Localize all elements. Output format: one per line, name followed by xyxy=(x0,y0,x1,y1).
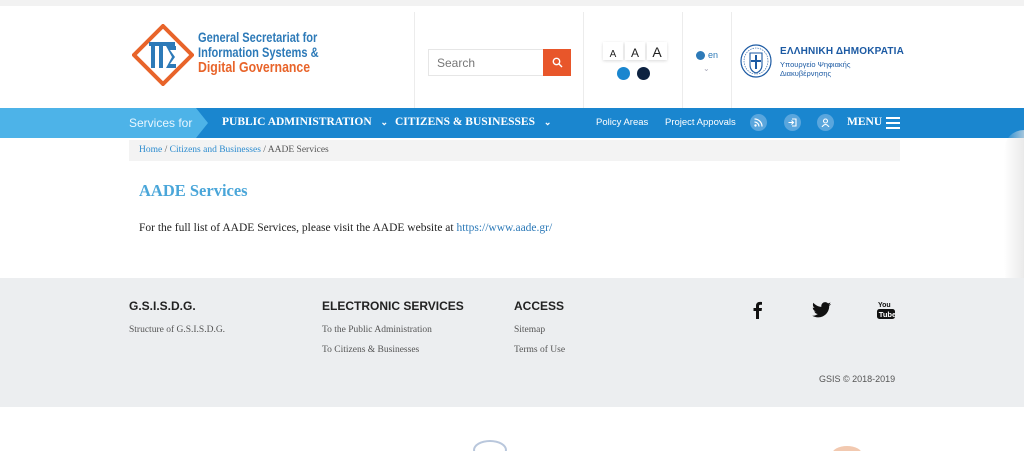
hellenic-republic-logo[interactable]: ΕΛΛΗΝΙΚΗ ΔΗΜΟΚΡΑΤΙΑ Υπουργείο Ψηφιακής Δ… xyxy=(740,44,904,84)
header-divider xyxy=(583,12,584,114)
body-text: For the full list of AADE Services, plea… xyxy=(139,222,552,234)
services-for-label: Services for xyxy=(0,108,196,138)
services-arrow xyxy=(196,108,208,138)
site-footer: G.S.I.S.D.G. Structure of G.S.I.S.D.G. E… xyxy=(0,278,1024,407)
search-box xyxy=(428,49,571,76)
twitter-glyph xyxy=(811,302,831,318)
search-input[interactable] xyxy=(429,50,543,75)
facebook-glyph xyxy=(753,301,762,319)
logo-line-2: Information Systems & xyxy=(198,45,319,60)
login-button[interactable] xyxy=(784,114,801,131)
font-size-medium-button[interactable]: A xyxy=(625,42,645,60)
footer-heading-gsisdg: G.S.I.S.D.G. xyxy=(129,299,196,313)
breadcrumb-home[interactable]: Home xyxy=(139,145,162,155)
partner-logo-fragment xyxy=(832,446,862,451)
breadcrumb-separator: / xyxy=(263,145,266,155)
page: General Secretariat for Information Syst… xyxy=(0,0,1024,451)
svg-text:You: You xyxy=(878,302,891,309)
language-selector[interactable]: en xyxy=(696,50,718,60)
nav-citizens-businesses[interactable]: CITIZENS & BUSINESSES ⌄ xyxy=(395,116,551,128)
logo-line-1: General Secretariat for xyxy=(198,30,318,45)
nav-public-administration-label: PUBLIC ADMINISTRATION xyxy=(222,116,372,128)
contrast-blue-button[interactable] xyxy=(617,67,630,80)
chevron-down-icon: ⌄ xyxy=(380,117,389,127)
youtube-glyph: You Tube xyxy=(877,302,895,319)
chevron-down-icon: ⌄ xyxy=(543,117,552,127)
contrast-dark-button[interactable] xyxy=(637,67,650,80)
breadcrumb-separator: / xyxy=(164,145,168,155)
font-size-controls: A A A xyxy=(603,42,667,60)
rss-button[interactable] xyxy=(750,114,767,131)
font-size-small-button[interactable]: A xyxy=(603,42,623,60)
globe-icon xyxy=(696,50,705,60)
search-icon xyxy=(552,57,562,68)
aade-website-link[interactable]: https://www.aade.gr/ xyxy=(456,222,552,234)
footer-heading-electronic-services: ELECTRONIC SERVICES xyxy=(322,299,464,313)
breadcrumb: Home / Citizens and Businesses / AADE Se… xyxy=(129,140,900,161)
rss-icon xyxy=(754,118,763,127)
main-nav: Services for PUBLIC ADMINISTRATION ⌄ CIT… xyxy=(0,108,1024,138)
partner-logo-fragment xyxy=(473,440,507,451)
site-header: General Secretariat for Information Syst… xyxy=(0,0,1024,114)
greek-seal-icon xyxy=(740,44,772,78)
svg-text:Tube: Tube xyxy=(879,310,895,319)
footer-link-terms[interactable]: Terms of Use xyxy=(514,345,565,355)
footer-link-public-administration[interactable]: To the Public Administration xyxy=(322,325,432,335)
font-size-large-button[interactable]: A xyxy=(647,42,667,60)
body-text-content: For the full list of AADE Services, plea… xyxy=(139,222,457,234)
copyright: GSIS © 2018-2019 xyxy=(819,374,896,384)
footer-link-structure[interactable]: Structure of G.S.I.S.D.G. xyxy=(129,325,225,335)
nav-citizens-businesses-label: CITIZENS & BUSINESSES xyxy=(395,116,535,128)
search-button[interactable] xyxy=(543,49,571,76)
gov-subtitle-line-1: Υπουργείο Ψηφιακής xyxy=(780,60,851,69)
youtube-icon[interactable]: You Tube xyxy=(876,300,896,320)
language-label: en xyxy=(708,50,719,60)
logo-text: General Secretariat for Information Syst… xyxy=(198,30,319,75)
breadcrumb-current: AADE Services xyxy=(267,145,329,155)
gsis-logo-mark-icon xyxy=(132,24,194,86)
hamburger-icon[interactable] xyxy=(886,117,900,129)
gov-title: ΕΛΛΗΝΙΚΗ ΔΗΜΟΚΡΑΤΙΑ xyxy=(780,46,905,57)
user-icon xyxy=(821,118,830,127)
facebook-icon[interactable] xyxy=(747,300,767,320)
page-title: AADE Services xyxy=(139,181,248,200)
twitter-icon[interactable] xyxy=(811,300,831,320)
nav-public-administration[interactable]: PUBLIC ADMINISTRATION ⌄ xyxy=(222,116,388,128)
user-button[interactable] xyxy=(817,114,834,131)
footer-link-citizens-businesses[interactable]: To Citizens & Businesses xyxy=(322,345,419,355)
breadcrumb-citizens[interactable]: Citizens and Businesses xyxy=(170,145,261,155)
chevron-down-icon[interactable]: ⌄ xyxy=(703,64,710,73)
footer-heading-access: ACCESS xyxy=(514,299,565,313)
header-divider xyxy=(731,12,732,114)
gsis-logo[interactable]: General Secretariat for Information Syst… xyxy=(132,24,332,94)
gov-subtitle: Υπουργείο Ψηφιακής Διακυβέρνησης xyxy=(780,60,850,78)
login-icon xyxy=(788,118,797,127)
nav-policy-areas[interactable]: Policy Areas xyxy=(596,117,648,128)
services-for-text: Services for xyxy=(129,116,193,130)
header-divider xyxy=(414,12,415,114)
footer-link-sitemap[interactable]: Sitemap xyxy=(514,325,545,335)
gov-subtitle-line-2: Διακυβέρνησης xyxy=(780,69,832,78)
menu-button[interactable]: MENU xyxy=(847,116,882,128)
logo-line-3: Digital Governance xyxy=(198,59,311,76)
scroll-edge-shadow xyxy=(1004,130,1024,290)
header-divider xyxy=(682,12,683,114)
nav-project-approvals[interactable]: Project Appovals xyxy=(665,117,736,128)
